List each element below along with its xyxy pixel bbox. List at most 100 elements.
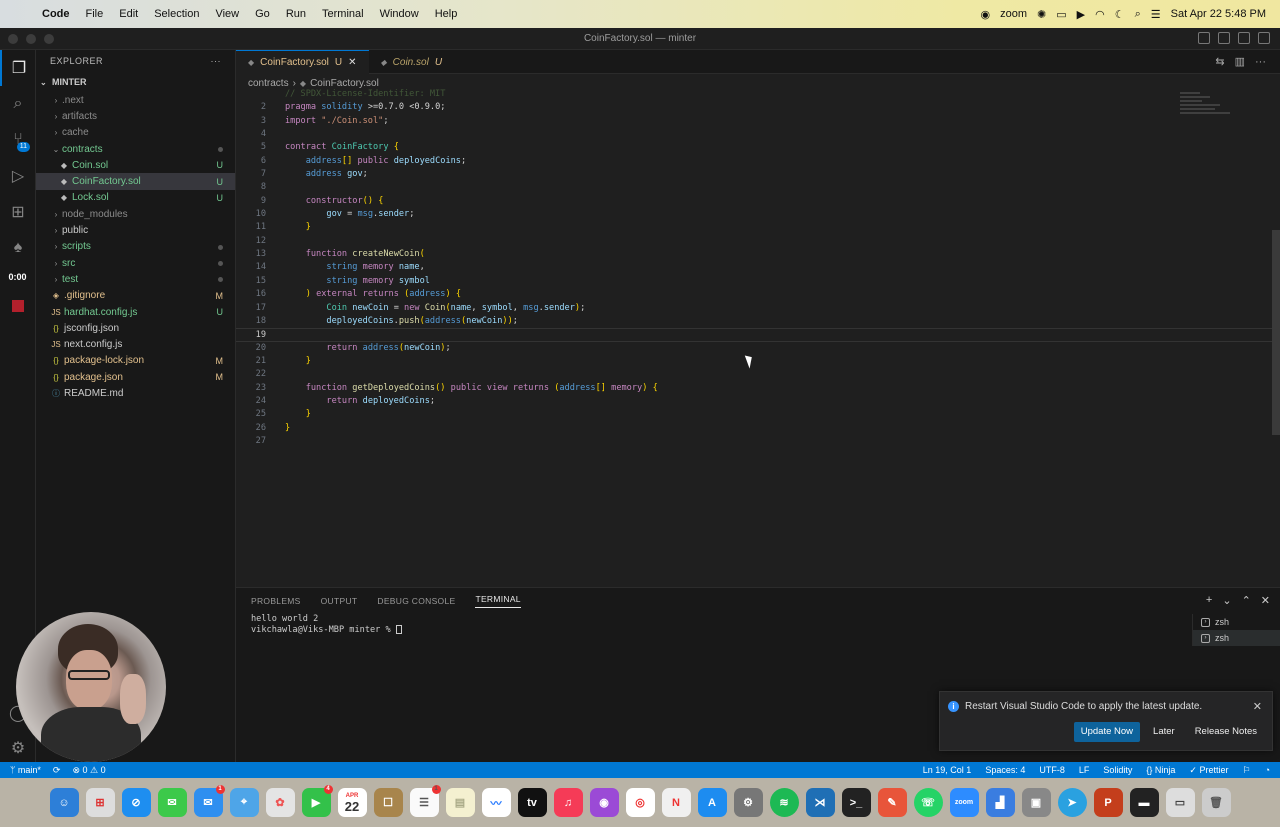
code-line[interactable]: 7 address gov; — [236, 168, 1280, 181]
record-stop-icon[interactable] — [0, 288, 36, 324]
keynote-icon[interactable]: ▟ — [985, 788, 1015, 817]
terminal-app-icon[interactable]: >_ — [841, 788, 871, 817]
apple-tv-icon[interactable]: tv — [517, 788, 547, 817]
extensions-icon[interactable]: ⊞ — [0, 194, 36, 230]
preview-icon[interactable]: ▣ — [1021, 788, 1051, 817]
code-line[interactable]: 6 address[] public deployedCoins; — [236, 155, 1280, 168]
menu-window[interactable]: Window — [372, 8, 427, 20]
terminal[interactable]: hello world 2 vikchawla@Viks-MBP minter … — [236, 614, 1280, 635]
breadcrumb-folder[interactable]: contracts — [248, 78, 289, 89]
safari-icon[interactable]: ⊘ — [121, 788, 151, 817]
pencil-app-icon[interactable]: ✎ — [877, 788, 907, 817]
indentation[interactable]: Spaces: 4 — [985, 765, 1025, 775]
prettier-item[interactable]: ✓ Prettier — [1189, 765, 1228, 776]
battery-icon[interactable]: ▭ — [1056, 8, 1066, 21]
chevron-down-icon[interactable]: ⌄ — [1222, 594, 1231, 607]
vscode-icon[interactable]: ⋊ — [805, 788, 835, 817]
close-tab-icon[interactable]: ✕ — [348, 57, 356, 68]
code-line[interactable]: 2 pragma solidity >=0.7.0 <0.9.0; — [236, 101, 1280, 114]
tab-terminal[interactable]: TERMINAL — [475, 594, 521, 608]
code-line[interactable]: 11 } — [236, 221, 1280, 234]
editor-scrollbar[interactable] — [1272, 230, 1280, 435]
maximize-window-button[interactable] — [44, 34, 54, 44]
explorer-item[interactable]: › .next — [36, 92, 235, 108]
code-line[interactable]: 5 contract CoinFactory { — [236, 141, 1280, 154]
notifications-bell-icon[interactable]: ◔ — [1265, 765, 1270, 775]
tab-problems[interactable]: PROBLEMS — [251, 596, 301, 606]
maps-icon[interactable]: ⌖ — [229, 788, 259, 817]
menu-view[interactable]: View — [207, 8, 247, 20]
system-settings-icon[interactable]: ⚙ — [733, 788, 763, 817]
explorer-item[interactable]: ⓘ README.md — [36, 385, 235, 401]
sync-icon[interactable]: ⟳ — [53, 765, 61, 776]
menu-edit[interactable]: Edit — [111, 8, 146, 20]
mongodb-leaf-icon[interactable]: ♠ — [0, 230, 36, 266]
photos-icon[interactable]: ✿ — [265, 788, 295, 817]
code-line[interactable]: 3 import "./Coin.sol"; — [236, 115, 1280, 128]
launchpad-icon[interactable]: ⊞ — [85, 788, 115, 817]
explorer-item[interactable]: {} package.json M — [36, 369, 235, 385]
update-now-button[interactable]: Update Now — [1073, 722, 1141, 742]
menu-go[interactable]: Go — [247, 8, 278, 20]
reminders-icon[interactable]: ☰ 1 — [409, 785, 441, 817]
menu-terminal[interactable]: Terminal — [314, 8, 372, 20]
close-window-button[interactable] — [8, 34, 18, 44]
music-icon[interactable]: ♫ — [553, 788, 583, 817]
terminal-instance[interactable]: › zsh — [1193, 630, 1280, 646]
freeform-icon[interactable]: 〰 — [481, 788, 511, 817]
control-center-icon[interactable]: ☰ — [1151, 8, 1161, 21]
app-store-icon[interactable]: A — [697, 788, 727, 817]
explorer-item[interactable]: › artifacts — [36, 108, 235, 124]
tab-coinfactory-sol[interactable]: ◆ CoinFactory.sol U ✕ — [236, 50, 369, 74]
menu-code[interactable]: Code — [34, 8, 78, 20]
code-line[interactable]: 27 — [236, 435, 1280, 448]
code-line[interactable]: 21 } — [236, 355, 1280, 368]
code-line[interactable]: // SPDX-License-Identifier: MIT — [236, 88, 1280, 101]
settings-gear-icon[interactable]: ✺ — [1037, 8, 1046, 21]
explorer-item[interactable]: ◆ Lock.sol U — [36, 190, 235, 206]
code-line[interactable]: 18 deployedCoins.push(address(newCoin)); — [236, 315, 1280, 328]
mail-icon[interactable]: ✉ 1 — [193, 785, 225, 817]
contacts-icon[interactable]: ☐ — [373, 788, 403, 817]
code-line[interactable]: 22 — [236, 368, 1280, 381]
menubar-clock[interactable]: Sat Apr 22 5:48 PM — [1171, 8, 1266, 20]
menu-file[interactable]: File — [78, 8, 112, 20]
code-line[interactable]: 9 constructor() { — [236, 195, 1280, 208]
explorer-item[interactable]: {} package-lock.json M — [36, 353, 235, 369]
terminal-instance[interactable]: › zsh — [1193, 614, 1280, 630]
powerpoint-icon[interactable]: P — [1093, 788, 1123, 817]
explorer-item[interactable]: JS next.config.js — [36, 336, 235, 352]
explorer-item[interactable]: › test — [36, 271, 235, 287]
minimize-window-button[interactable] — [26, 34, 36, 44]
wifi-icon[interactable]: ◠ — [1095, 8, 1105, 21]
moon-icon[interactable]: ☾ — [1115, 8, 1125, 21]
code-line[interactable]: 23 function getDeployedCoins() public vi… — [236, 382, 1280, 395]
zoom-menu-item[interactable]: zoom — [1000, 8, 1027, 20]
explorer-item[interactable]: › scripts — [36, 239, 235, 255]
podcasts-icon[interactable]: ◉ — [589, 788, 619, 817]
later-button[interactable]: Later — [1146, 722, 1182, 742]
play-icon[interactable]: ▶ — [1077, 8, 1085, 21]
code-line[interactable]: 26} — [236, 422, 1280, 435]
maximize-panel-icon[interactable]: ⌃ — [1242, 594, 1251, 607]
chrome-icon[interactable]: ◎ — [625, 788, 655, 817]
code-line[interactable]: 19 — [236, 328, 1280, 342]
new-terminal-icon[interactable]: + — [1206, 594, 1212, 607]
minimap[interactable] — [1180, 90, 1240, 130]
finder-icon[interactable]: ☺ — [49, 788, 79, 817]
telegram-icon[interactable]: ➤ — [1057, 788, 1087, 817]
explorer-item[interactable]: ◈ .gitignore M — [36, 288, 235, 304]
breadcrumb-file[interactable]: CoinFactory.sol — [310, 78, 379, 89]
language-mode[interactable]: Solidity — [1103, 765, 1132, 775]
toggle-secondary-sidebar-icon[interactable] — [1238, 32, 1250, 44]
notes-icon[interactable]: ▤ — [445, 788, 475, 817]
explorer-item[interactable]: › cache — [36, 125, 235, 141]
manage-gear-icon[interactable]: ⚙ — [0, 730, 36, 766]
trash-icon[interactable]: 🗑 — [1201, 788, 1231, 817]
code-line[interactable]: 17 Coin newCoin = new Coin(name, symbol,… — [236, 302, 1280, 315]
tab-coin-sol[interactable]: ◆ Coin.sol U — [369, 50, 455, 74]
code-line[interactable]: 12 — [236, 235, 1280, 248]
whatsapp-icon[interactable]: ☏ — [913, 788, 943, 817]
explorer-item[interactable]: › node_modules — [36, 206, 235, 222]
code-line[interactable]: 20 return address(newCoin); — [236, 342, 1280, 355]
